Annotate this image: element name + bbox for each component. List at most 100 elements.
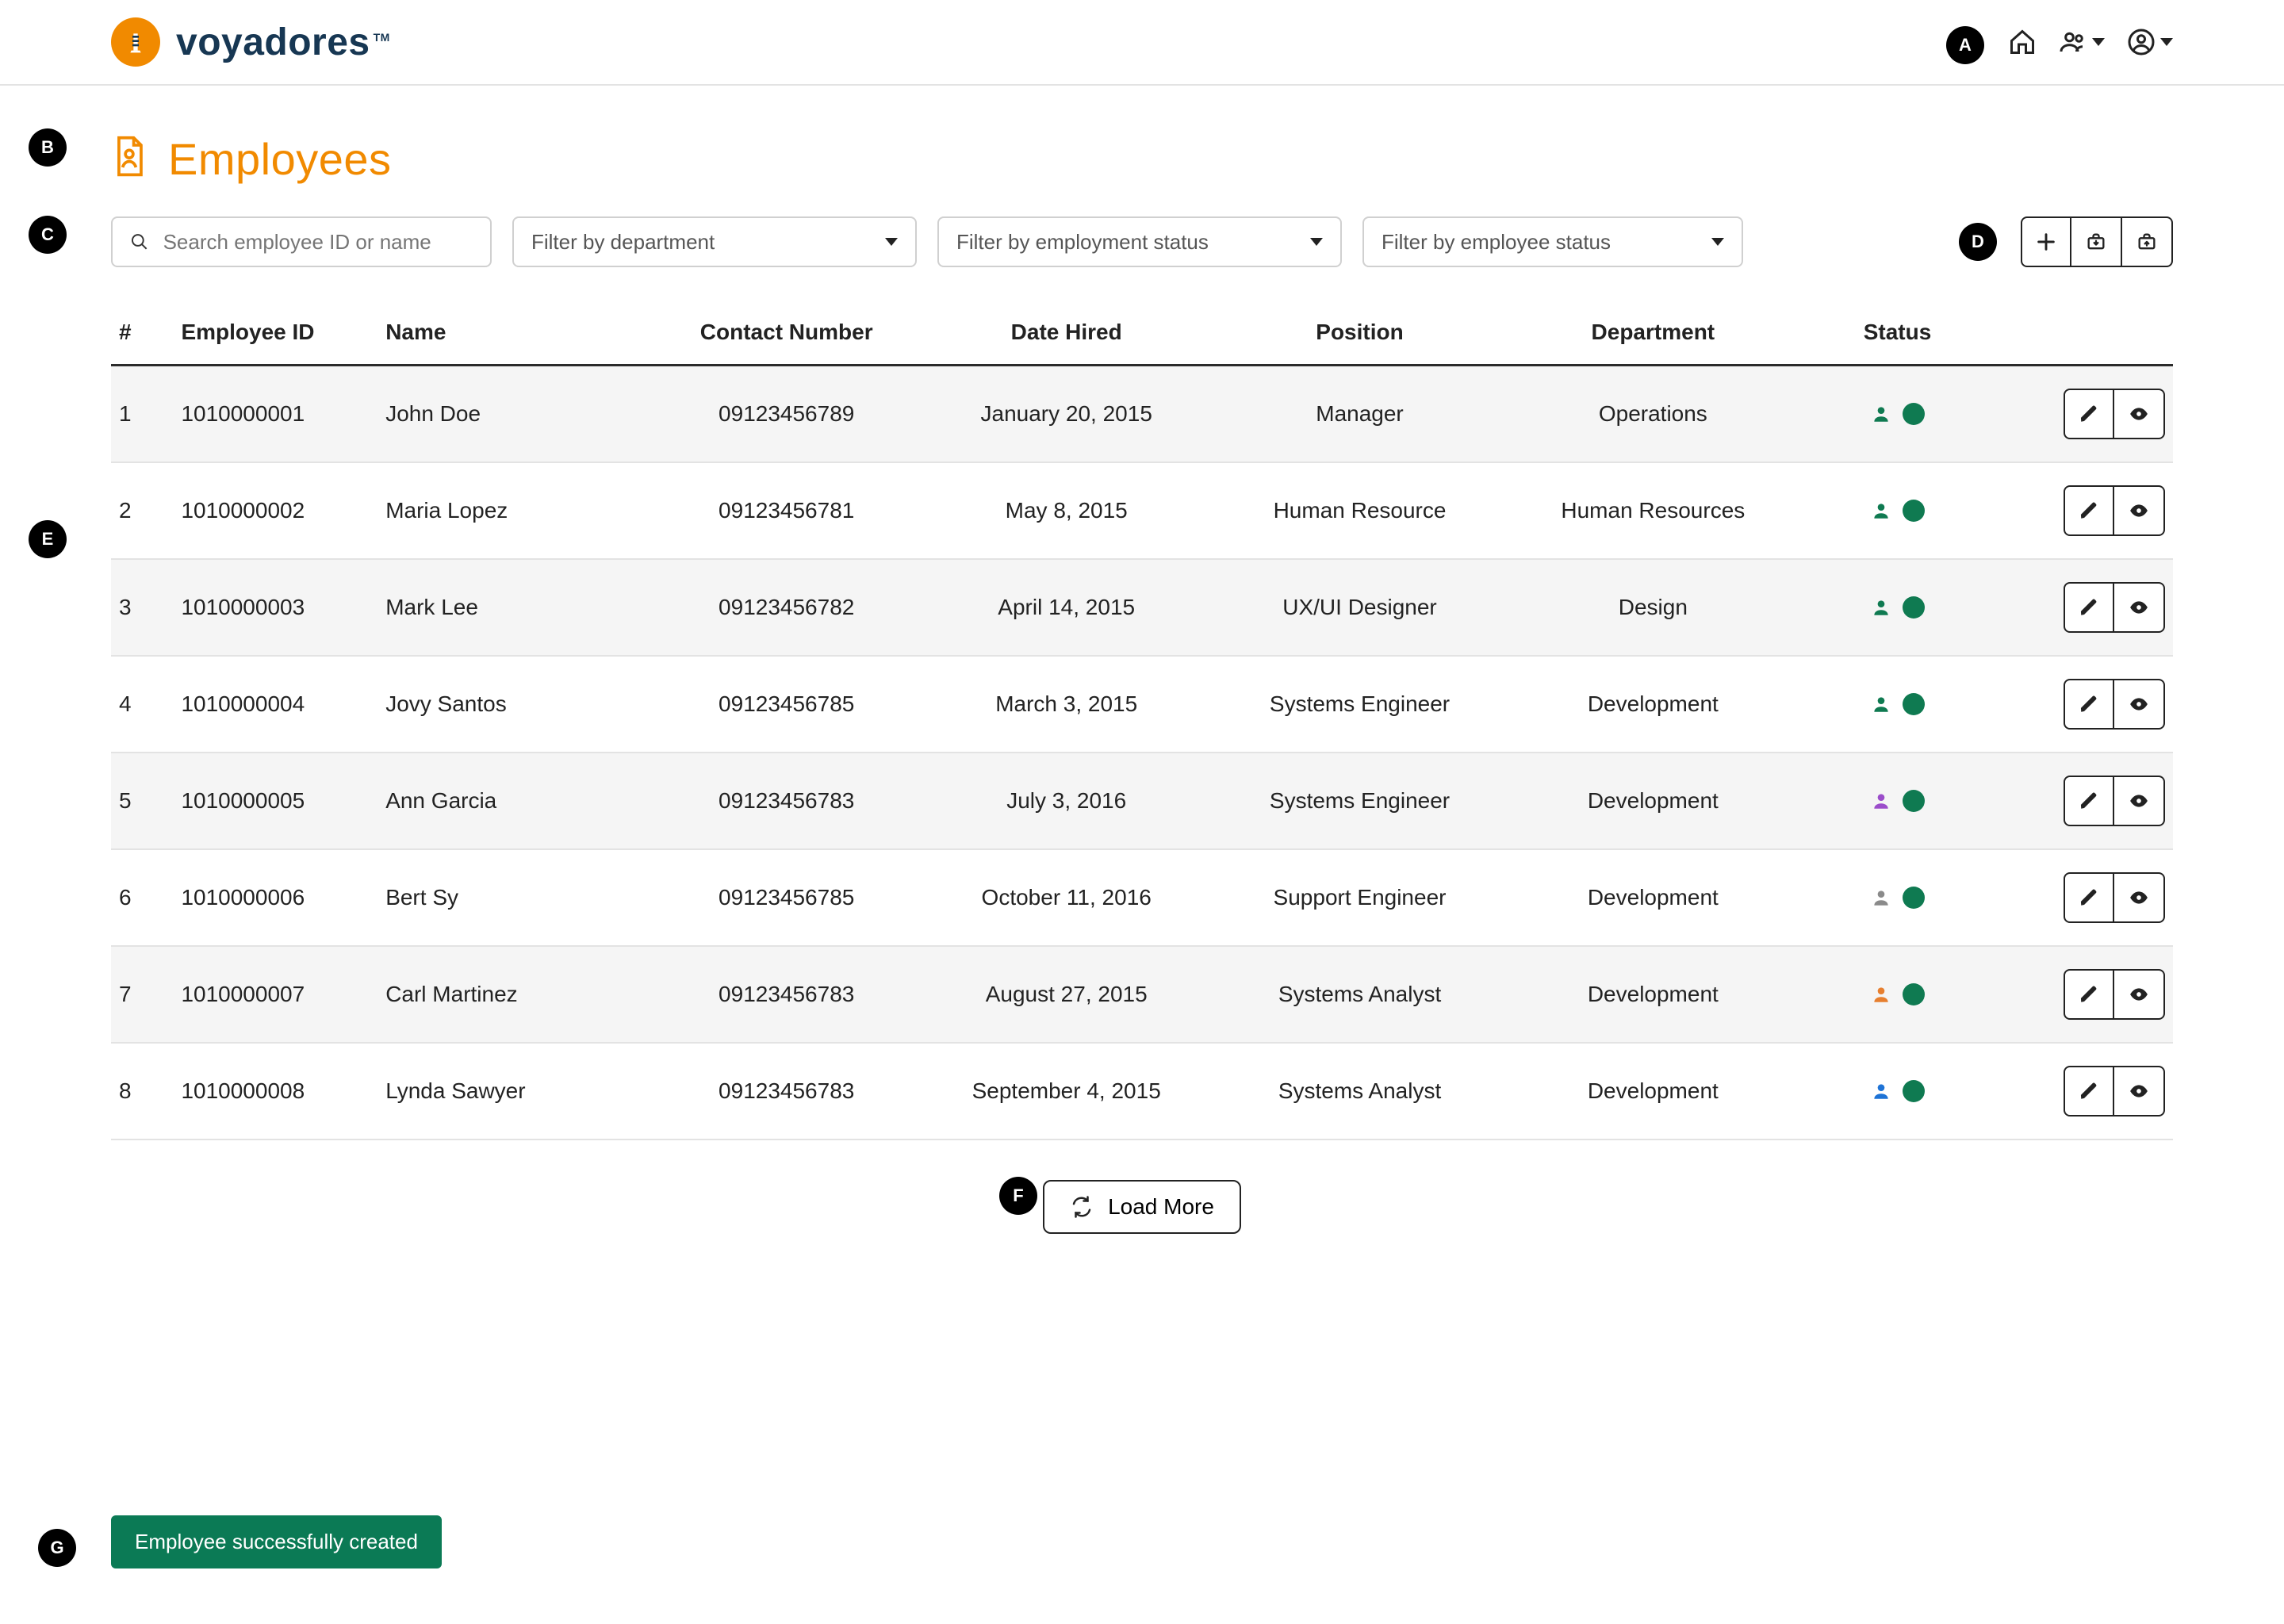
col-position-header: Position xyxy=(1213,301,1507,366)
edit-button[interactable] xyxy=(2064,872,2114,923)
status-dot xyxy=(1903,596,1925,619)
brand-text: voyadores xyxy=(176,21,370,63)
table-row: 4 1010000004 Jovy Santos 09123456785 Mar… xyxy=(111,656,2173,753)
pencil-icon xyxy=(2079,887,2099,908)
cell-contact: 09123456789 xyxy=(653,366,920,463)
cell-date: July 3, 2016 xyxy=(920,753,1213,849)
employees-icon xyxy=(111,135,148,184)
person-icon xyxy=(1871,887,1891,908)
col-department-header: Department xyxy=(1506,301,1799,366)
cell-id: 1010000004 xyxy=(173,656,377,753)
cell-status xyxy=(1799,559,1995,656)
cell-status xyxy=(1799,946,1995,1043)
export-button[interactable] xyxy=(2122,216,2173,267)
team-menu[interactable] xyxy=(2059,28,2105,56)
brand-trademark: TM xyxy=(374,31,390,44)
view-button[interactable] xyxy=(2114,582,2165,633)
edit-button[interactable] xyxy=(2064,969,2114,1020)
filter-employee-status[interactable]: Filter by employee status xyxy=(1362,216,1743,267)
status-dot xyxy=(1903,983,1925,1005)
cell-department: Development xyxy=(1506,656,1799,753)
annotation-e: E xyxy=(29,520,67,558)
table-row: 7 1010000007 Carl Martinez 09123456783 A… xyxy=(111,946,2173,1043)
edit-button[interactable] xyxy=(2064,485,2114,536)
cell-actions xyxy=(1995,366,2173,463)
caret-down-icon xyxy=(1711,238,1724,246)
table-row: 5 1010000005 Ann Garcia 09123456783 July… xyxy=(111,753,2173,849)
status-dot xyxy=(1903,500,1925,522)
edit-button[interactable] xyxy=(2064,679,2114,730)
status-dot xyxy=(1903,790,1925,812)
cell-contact: 09123456781 xyxy=(653,462,920,559)
eye-icon xyxy=(2129,500,2149,521)
cell-id: 1010000007 xyxy=(173,946,377,1043)
briefcase-down-icon xyxy=(2085,231,2107,253)
status-dot xyxy=(1903,693,1925,715)
search-input[interactable] xyxy=(162,229,473,255)
cell-department: Development xyxy=(1506,849,1799,946)
cell-department: Development xyxy=(1506,946,1799,1043)
col-actions-header xyxy=(1995,301,2173,366)
cell-position: Systems Engineer xyxy=(1213,656,1507,753)
person-icon xyxy=(1871,500,1891,521)
eye-icon xyxy=(2129,1081,2149,1101)
load-more-button[interactable]: Load More xyxy=(1043,1180,1241,1234)
briefcase-up-icon xyxy=(2136,231,2158,253)
edit-button[interactable] xyxy=(2064,389,2114,439)
add-employee-button[interactable] xyxy=(2021,216,2071,267)
cell-position: UX/UI Designer xyxy=(1213,559,1507,656)
page-heading: Employees xyxy=(111,133,2173,185)
edit-button[interactable] xyxy=(2064,582,2114,633)
profile-menu[interactable] xyxy=(2127,28,2173,56)
status-dot xyxy=(1903,887,1925,909)
cell-actions xyxy=(1995,656,2173,753)
cell-num: 1 xyxy=(111,366,173,463)
page: B Employees C Filter by department xyxy=(0,86,2284,1266)
edit-button[interactable] xyxy=(2064,776,2114,826)
caret-down-icon xyxy=(885,238,898,246)
eye-icon xyxy=(2129,984,2149,1005)
cell-status xyxy=(1799,1043,1995,1139)
view-button[interactable] xyxy=(2114,679,2165,730)
cell-num: 3 xyxy=(111,559,173,656)
cell-name: Jovy Santos xyxy=(377,656,653,753)
import-button[interactable] xyxy=(2071,216,2122,267)
home-button[interactable] xyxy=(2008,28,2037,56)
annotation-d: D xyxy=(1959,223,1997,261)
cell-status xyxy=(1799,366,1995,463)
pencil-icon xyxy=(2079,694,2099,714)
cell-id: 1010000001 xyxy=(173,366,377,463)
view-button[interactable] xyxy=(2114,485,2165,536)
view-button[interactable] xyxy=(2114,389,2165,439)
filters-row: Filter by department Filter by employmen… xyxy=(111,216,2173,267)
cell-status xyxy=(1799,753,1995,849)
eye-icon xyxy=(2129,404,2149,424)
cell-name: Mark Lee xyxy=(377,559,653,656)
edit-button[interactable] xyxy=(2064,1066,2114,1116)
view-button[interactable] xyxy=(2114,872,2165,923)
pencil-icon xyxy=(2079,500,2099,521)
pencil-icon xyxy=(2079,984,2099,1005)
view-button[interactable] xyxy=(2114,776,2165,826)
caret-down-icon xyxy=(2160,38,2173,46)
cell-num: 4 xyxy=(111,656,173,753)
view-button[interactable] xyxy=(2114,969,2165,1020)
table-row: 3 1010000003 Mark Lee 09123456782 April … xyxy=(111,559,2173,656)
cell-actions xyxy=(1995,462,2173,559)
cell-id: 1010000008 xyxy=(173,1043,377,1139)
annotation-g: G xyxy=(38,1529,76,1567)
load-more-label: Load More xyxy=(1108,1194,1214,1220)
cell-name: Bert Sy xyxy=(377,849,653,946)
cell-date: October 11, 2016 xyxy=(920,849,1213,946)
filter-employment-status[interactable]: Filter by employment status xyxy=(937,216,1342,267)
cell-department: Development xyxy=(1506,1043,1799,1139)
table-header-row: # Employee ID Name Contact Number Date H… xyxy=(111,301,2173,366)
search-icon xyxy=(130,232,149,252)
filter-department[interactable]: Filter by department xyxy=(512,216,917,267)
pencil-icon xyxy=(2079,597,2099,618)
view-button[interactable] xyxy=(2114,1066,2165,1116)
brand-name: voyadores TM xyxy=(176,21,390,64)
pencil-icon xyxy=(2079,404,2099,424)
search-field[interactable] xyxy=(111,216,492,267)
cell-position: Systems Engineer xyxy=(1213,753,1507,849)
